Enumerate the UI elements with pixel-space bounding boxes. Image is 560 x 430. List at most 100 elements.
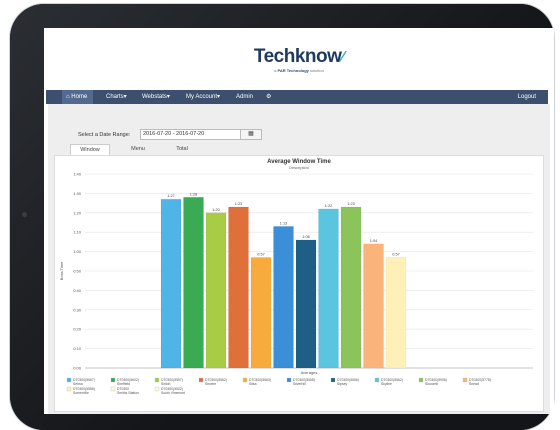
bar-data-label: 1:13 xyxy=(280,221,287,225)
legend-swatch xyxy=(330,377,336,383)
tab-menu-label: Menu xyxy=(131,146,145,152)
legend-label-name: Sitka xyxy=(249,382,257,386)
tagline-prefix: a xyxy=(274,68,277,73)
legend-label-name: Sipsey xyxy=(337,382,347,386)
bar-data-label: 1:27 xyxy=(167,194,174,198)
bar-data-label: 0:57 xyxy=(392,252,399,256)
legend-swatch xyxy=(66,377,72,383)
brand-tagline: a PAR Technology solution xyxy=(44,68,554,73)
bar xyxy=(228,206,249,369)
tab-menu[interactable]: Menu xyxy=(118,144,158,155)
home-icon: ⌂ xyxy=(66,94,70,100)
legend-label-name: Skyline xyxy=(381,382,392,386)
chevron-down-icon: ▾ xyxy=(123,94,127,100)
tablet-screen: Techknow∕ a PAR Technology solution ⌂ Ho… xyxy=(44,28,554,414)
y-tick-label: 1:30 xyxy=(73,191,82,196)
bar xyxy=(205,212,227,369)
nav-admin[interactable]: Admin xyxy=(236,90,253,104)
legend-label-name: Sheffield xyxy=(117,382,130,386)
legend-swatch xyxy=(110,377,116,383)
tab-window-label: Window xyxy=(80,147,100,153)
legend-swatch xyxy=(198,377,204,383)
y-tick-label: 0:50 xyxy=(73,269,82,274)
nav-webstats-label: Webstats xyxy=(142,94,167,100)
page-content: Select a Date Range: 2016-07-20 - 2016-0… xyxy=(48,104,550,414)
y-tick-label: 0:00 xyxy=(73,366,82,371)
legend-swatch xyxy=(154,377,160,383)
brand-name: Techknow xyxy=(253,46,342,67)
nav-logout-label: Logout xyxy=(517,94,536,100)
bar xyxy=(385,257,407,369)
nav-logout[interactable]: Logout xyxy=(518,90,536,104)
legend-label-name: Shiloh xyxy=(161,382,171,386)
bar xyxy=(363,243,384,369)
nav-home[interactable]: ⌂ Home xyxy=(62,90,94,104)
y-tick-label: 0:10 xyxy=(73,346,82,351)
legend-label-name: Somerville xyxy=(73,391,89,395)
legend-swatch xyxy=(110,386,116,392)
bar xyxy=(250,257,272,369)
legend-label-name: Smiths Station xyxy=(117,391,139,395)
bar-data-label: 1:22 xyxy=(325,204,332,208)
bar xyxy=(273,226,294,369)
y-tick-label: 1:20 xyxy=(73,210,82,215)
legend-swatch xyxy=(242,377,248,383)
legend-label-name: Silverhill xyxy=(293,382,306,386)
average-window-time-chart: Average Window TimeDescription0:000:100:… xyxy=(59,159,533,395)
bar xyxy=(295,239,317,369)
legend-label-name: Slocomb xyxy=(425,382,438,386)
bar-data-label: 1:06 xyxy=(302,235,309,239)
x-axis-title: Averages xyxy=(301,370,318,375)
tablet-frame: Techknow∕ a PAR Technology solution ⌂ Ho… xyxy=(10,4,554,430)
tagline-suffix: solution xyxy=(310,68,324,73)
y-tick-label: 1:00 xyxy=(73,249,82,254)
bar xyxy=(160,198,182,369)
y-tick-label: 0:30 xyxy=(73,307,82,312)
bar-data-label: 0:57 xyxy=(257,252,264,256)
chart-subtitle: Description xyxy=(289,165,309,170)
nav-my-account-label: My Account xyxy=(186,94,218,100)
tagline-company: PAR Technology xyxy=(277,68,309,73)
site-header: Techknow∕ a PAR Technology solution xyxy=(44,28,554,90)
tab-total[interactable]: Total xyxy=(162,144,202,155)
chevron-down-icon: ▾ xyxy=(217,94,221,100)
bar-data-label: 1:28 xyxy=(190,192,197,196)
y-tick-label: 1:40 xyxy=(73,172,82,177)
bar xyxy=(318,208,339,369)
nav-charts[interactable]: Charts▾ xyxy=(106,90,127,104)
y-tick-label: 0:40 xyxy=(73,288,82,293)
legend-swatch xyxy=(418,377,424,383)
date-range-input[interactable]: 2016-07-20 - 2016-07-20 xyxy=(140,129,252,140)
tab-total-label: Total xyxy=(176,146,188,152)
bar-data-label: 1:23 xyxy=(235,202,242,206)
legend-swatch xyxy=(374,377,380,383)
chart-panel: Average Window Time Description 0:00 0:10 0:… xyxy=(54,155,544,412)
legend-label-name: South Vinemont xyxy=(161,391,185,395)
date-range-label: Select a Date Range: xyxy=(78,132,131,138)
nav-home-label: Home xyxy=(71,94,88,100)
legend-swatch xyxy=(462,377,468,383)
brand-logo[interactable]: Techknow∕ xyxy=(44,46,554,68)
y-tick-label: 1:10 xyxy=(73,230,82,235)
nav-admin-label: Admin xyxy=(236,94,254,100)
y-axis-title: Boss Time xyxy=(59,261,64,280)
legend-swatch xyxy=(66,386,72,392)
bar-data-label: 1:04 xyxy=(370,239,377,243)
nav-webstats[interactable]: Webstats▾ xyxy=(142,90,170,104)
legend-swatch xyxy=(286,377,292,383)
bar-data-label: 1:23 xyxy=(347,202,354,206)
settings-icon[interactable]: ⚙ xyxy=(266,90,271,104)
main-navbar: ⌂ Home Charts▾ Webstats▾ My Account▾ Adm… xyxy=(46,90,548,104)
legend-swatch xyxy=(154,386,160,392)
legend-label-name: Selma xyxy=(73,382,83,386)
legend-label-name: Shorter xyxy=(205,382,217,386)
nav-my-account[interactable]: My Account▾ xyxy=(186,90,220,104)
nav-charts-label: Charts xyxy=(106,94,124,100)
chevron-down-icon: ▾ xyxy=(166,94,170,100)
y-tick-label: 0:20 xyxy=(73,327,82,332)
calendar-icon[interactable]: ▦ xyxy=(240,129,262,140)
bar xyxy=(340,206,362,369)
tablet-camera xyxy=(22,212,27,217)
logo-tick-icon: ∕ xyxy=(341,49,345,66)
bar xyxy=(183,197,204,369)
